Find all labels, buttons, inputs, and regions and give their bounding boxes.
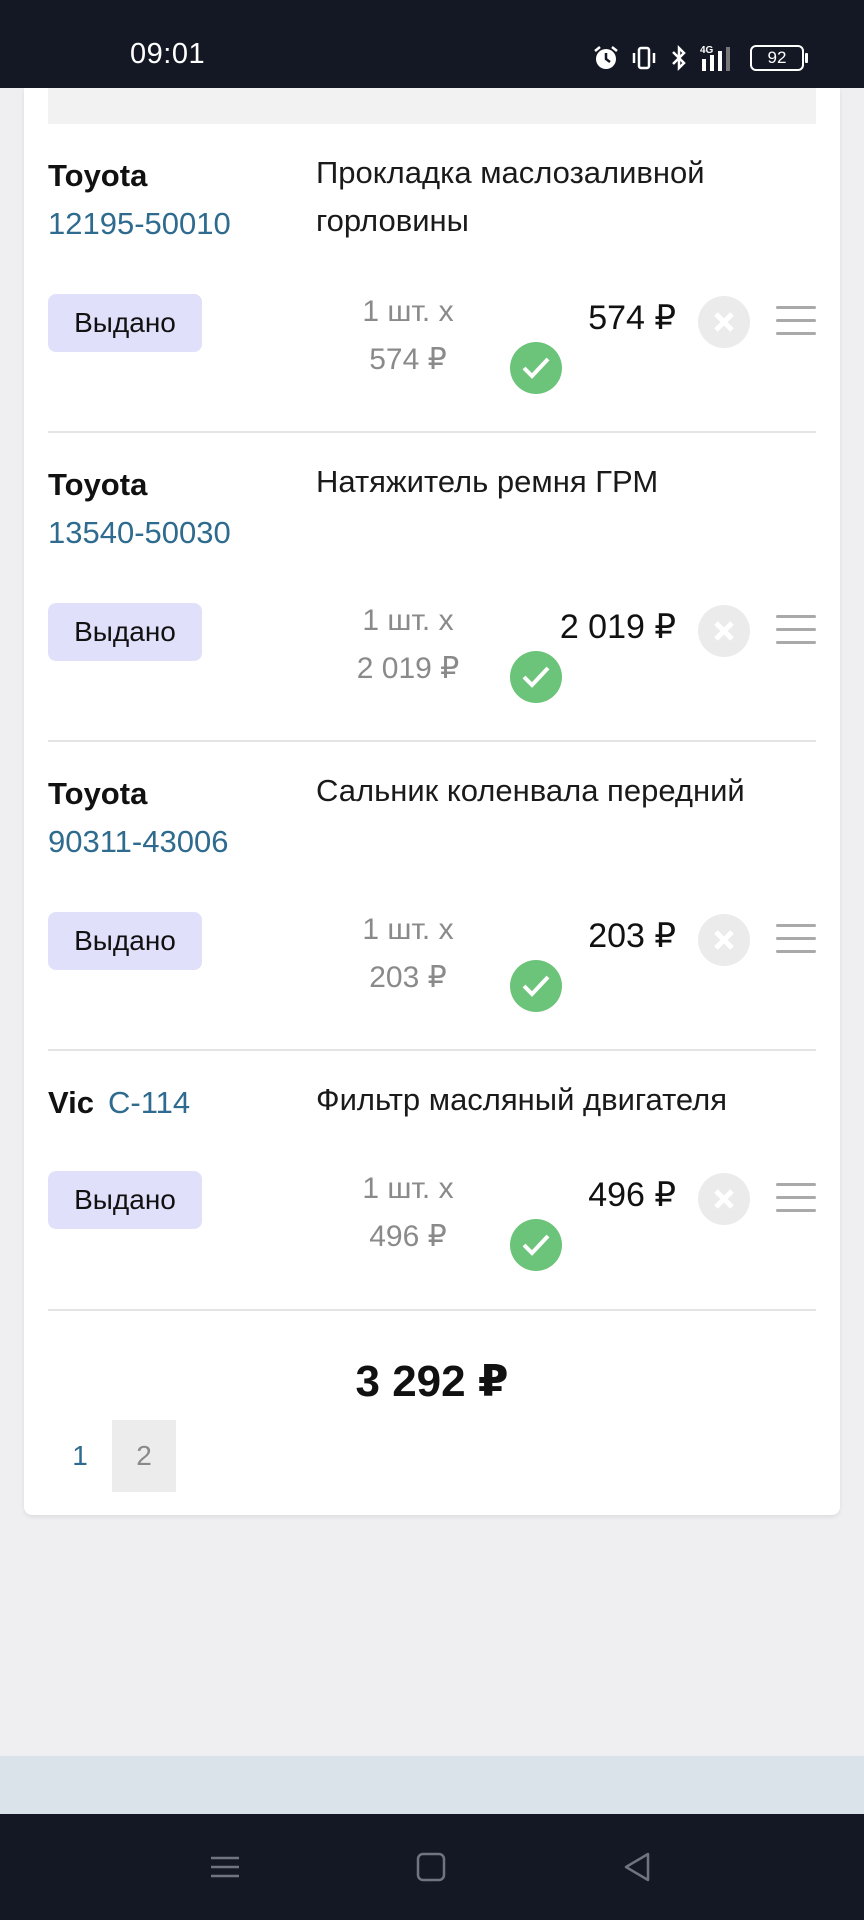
item-quantity: 1 шт. x 574 ₽	[338, 288, 478, 384]
item-status-badge[interactable]: Выдано	[48, 1171, 202, 1229]
item-total-price: 574 ₽	[588, 299, 676, 337]
confirmed-check-icon	[510, 342, 562, 394]
item-description: Натяжитель ремня ГРМ	[316, 464, 659, 499]
item-qty-line: 1 шт. x	[362, 1172, 454, 1205]
system-nav-bar	[0, 1814, 864, 1920]
confirmed-check-icon	[510, 960, 562, 1012]
item-brand: Toyota	[48, 776, 148, 811]
back-nav-icon[interactable]	[620, 1850, 654, 1884]
page-link-1[interactable]: 1	[48, 1420, 112, 1492]
item-description: Сальник коленвала передний	[316, 773, 745, 808]
item-total-price: 496 ₽	[588, 1176, 676, 1214]
bottom-band	[0, 1756, 864, 1814]
status-bar: 09:01 4G 92	[0, 0, 864, 88]
divider	[48, 740, 816, 742]
page-link-2-current[interactable]: 2	[112, 1420, 176, 1492]
item-total-price: 203 ₽	[588, 917, 676, 955]
home-nav-icon[interactable]	[414, 1850, 448, 1884]
item-unit-price: 574 ₽	[369, 343, 447, 376]
confirmed-check-icon	[510, 1219, 562, 1271]
item-status-badge[interactable]: Выдано	[48, 912, 202, 970]
table-header-strip	[48, 88, 816, 124]
confirmed-check-icon	[510, 651, 562, 703]
item-unit-price: 496 ₽	[369, 1220, 447, 1253]
item-quantity: 1 шт. x 496 ₽	[338, 1165, 478, 1261]
item-status-badge[interactable]: Выдано	[48, 294, 202, 352]
vibrate-icon	[632, 46, 656, 70]
item-total-price: 2 019 ₽	[559, 608, 676, 646]
divider	[48, 431, 816, 433]
status-time: 09:01	[130, 38, 206, 70]
item-menu-icon[interactable]	[776, 306, 816, 345]
alarm-icon	[594, 46, 618, 69]
item-quantity: 1 шт. x 203 ₽	[338, 906, 478, 1002]
item-description: Прокладка маслозаливной горловины	[316, 155, 705, 238]
item-description: Фильтр масляный двигателя	[316, 1082, 728, 1117]
item-menu-icon[interactable]	[776, 1183, 816, 1222]
item-brand: Toyota	[48, 158, 148, 193]
item-brand: Vic	[48, 1085, 94, 1120]
item-qty-line: 1 шт. x	[362, 604, 454, 637]
menu-nav-icon[interactable]	[208, 1850, 242, 1884]
item-menu-icon[interactable]	[776, 615, 816, 654]
item-menu-icon[interactable]	[776, 924, 816, 963]
order-items-card: Toyota 12195-50010 Прокладка маслозаливн…	[24, 88, 840, 1515]
divider	[48, 1049, 816, 1051]
pagination: 1 2	[48, 1420, 176, 1492]
item-article-link[interactable]: 13540-50030	[48, 515, 231, 551]
signal-4g-icon: 4G	[700, 45, 730, 71]
item-unit-price: 203 ₽	[369, 961, 447, 994]
divider	[48, 1309, 816, 1311]
battery-indicator: 92	[750, 45, 808, 71]
item-brand: Toyota	[48, 467, 148, 502]
remove-item-button[interactable]	[698, 605, 750, 657]
remove-item-button[interactable]	[698, 914, 750, 966]
item-qty-line: 1 шт. x	[362, 295, 454, 328]
item-article-link[interactable]: 12195-50010	[48, 206, 231, 242]
svg-text:4G: 4G	[700, 45, 714, 56]
item-unit-price: 2 019 ₽	[356, 652, 460, 685]
grand-total: 3 292 ₽	[355, 1357, 509, 1406]
bluetooth-icon	[672, 44, 686, 72]
item-status-badge[interactable]: Выдано	[48, 603, 202, 661]
remove-item-button[interactable]	[698, 1173, 750, 1225]
item-qty-line: 1 шт. x	[362, 913, 454, 946]
status-icons: 4G 92	[592, 40, 808, 76]
item-article-link[interactable]: C-114	[108, 1085, 190, 1121]
item-quantity: 1 шт. x 2 019 ₽	[338, 597, 478, 693]
item-article-link[interactable]: 90311-43006	[48, 824, 228, 860]
remove-item-button[interactable]	[698, 296, 750, 348]
